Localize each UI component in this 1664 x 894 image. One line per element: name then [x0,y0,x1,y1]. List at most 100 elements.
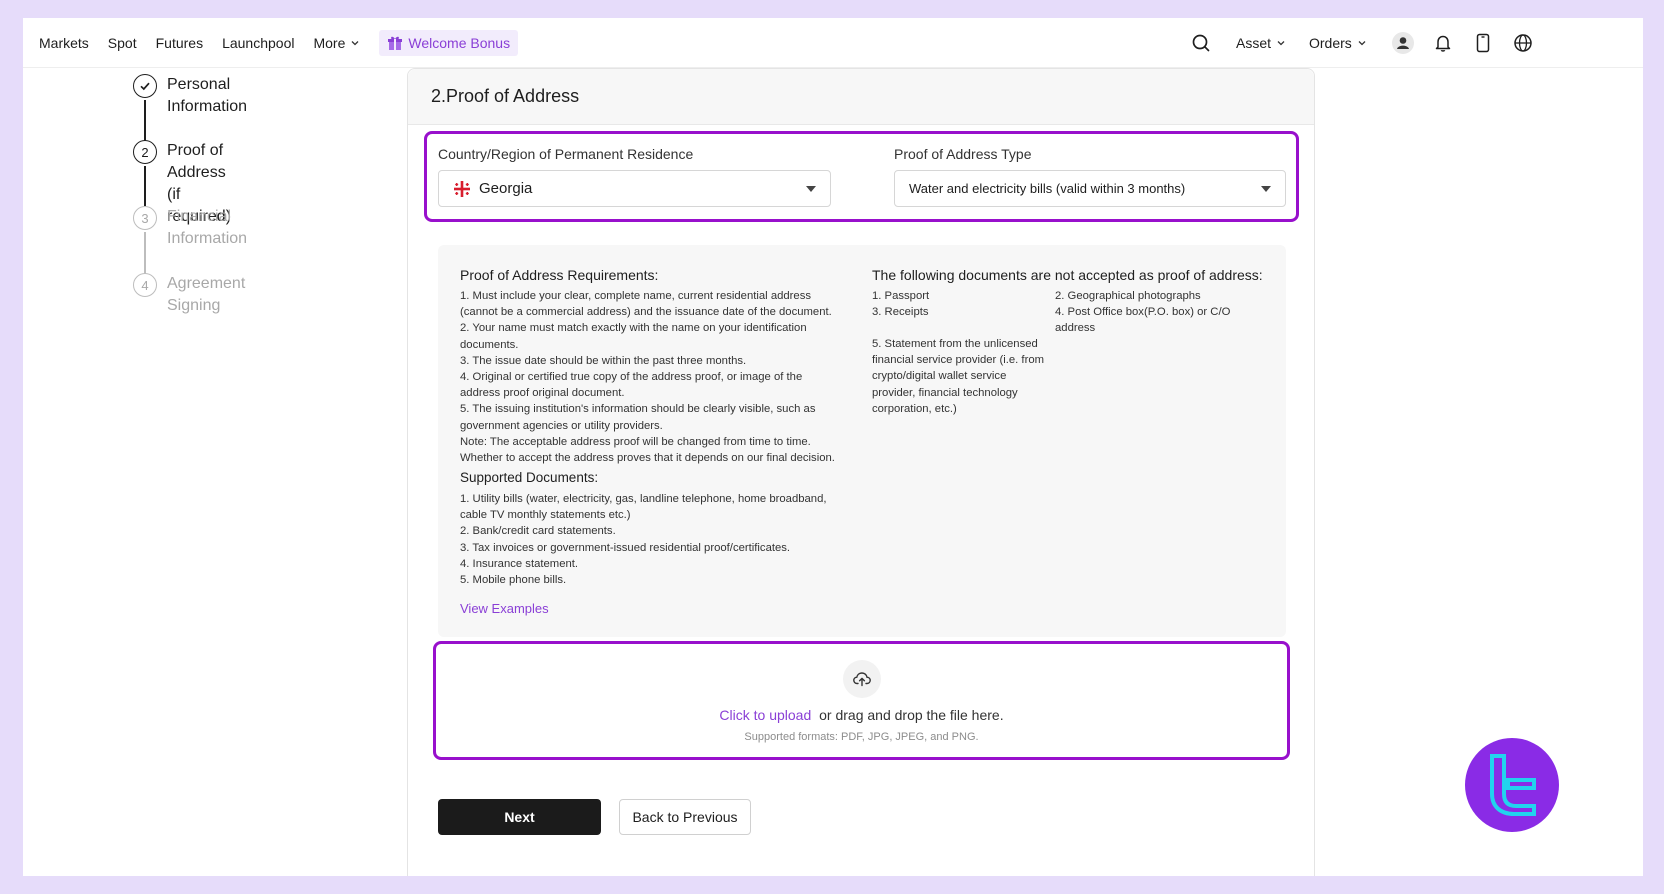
welcome-bonus-button[interactable]: Welcome Bonus [379,29,519,56]
nav-markets-label: Markets [39,34,89,51]
supported-formats-hint: Supported formats: PDF, JPG, JPEG, and P… [744,731,979,743]
gift-icon [388,36,403,50]
nav-more[interactable]: More [313,35,360,51]
not-accepted-line: 5. Statement from the unlicensed [872,338,1038,350]
not-accepted-line: crypto/digital wallet service [872,370,1007,383]
mobile-icon [1476,33,1490,53]
asset-menu[interactable]: Asset [1236,35,1296,51]
orders-menu[interactable]: Orders [1309,35,1379,51]
nav-more-label: More [313,34,346,51]
language-button[interactable] [1511,31,1535,55]
requirement-line: 5. The issuing institution's information… [460,403,816,416]
not-accepted-line: 3. Receipts [872,306,929,319]
requirements-panel: Proof of Address Requirements: 1. Must i… [438,245,1286,637]
app-window: Markets Spot Futures Launchpool More Wel… [23,18,1643,876]
step-personal-information[interactable]: Personal Information [133,74,247,118]
globe-icon [1514,34,1532,52]
upload-area[interactable]: Click to upload or drag and drop the fil… [436,644,1287,757]
not-accepted-line: financial service provider (i.e. from [872,354,1045,367]
country-select[interactable]: Georgia [438,170,831,207]
supported-line: 2. Bank/credit card statements. [460,525,616,538]
not-accepted-col2: 2. Geographical photographs 4. Post Offi… [1055,288,1255,337]
not-accepted-line: corporation, etc.) [872,402,957,415]
supported-line: 4. Insurance statement. [460,557,579,570]
step-number: 3 [133,206,157,230]
upload-cloud-icon [842,660,881,698]
profile-button[interactable] [1391,31,1415,55]
brand-logo [1465,738,1559,832]
requirement-line: Whether to accept the address proves tha… [460,452,835,465]
requirement-line: 3. The issue date should be within the p… [460,354,747,367]
supported-line: 1. Utility bills (water, electricity, ga… [460,493,827,505]
nav-left: Markets Spot Futures Launchpool More Wel… [23,29,519,56]
drag-drop-text: or drag and drop the file here. [819,707,1004,723]
address-type-select[interactable]: Water and electricity bills (valid withi… [894,170,1286,207]
chevron-down-icon [1277,41,1285,46]
chevron-down-icon [351,40,359,45]
checkmark-icon [133,74,157,98]
country-value: Georgia [479,180,533,197]
logo-icon [1490,754,1536,816]
step-label: Agreement Signing [167,275,246,314]
step-financial-information[interactable]: 3 Financial Information [133,206,247,250]
not-accepted-line: 4. Post Office box(P.O. box) or C/O [1055,306,1231,319]
chevron-down-icon [1358,41,1366,46]
address-type-label: Proof of Address Type [894,146,1032,162]
next-button[interactable]: Next [438,799,601,835]
click-to-upload-link[interactable]: Click to upload [719,707,811,723]
nav-spot-label: Spot [107,34,137,51]
nav-spot[interactable]: Spot [108,35,137,51]
download-app-button[interactable] [1471,31,1495,55]
bell-icon [1435,35,1451,52]
supported-line: 5. Mobile phone bills. [460,574,567,587]
asset-label: Asset [1236,35,1272,51]
supported-line: cable TV monthly statements etc.) [460,509,631,522]
proof-of-address-card: 2.Proof of Address Country/Region of Per… [407,68,1315,876]
step-title: Proof of Address [167,142,226,181]
welcome-bonus-label: Welcome Bonus [408,34,511,51]
supported-documents-list: 1. Utility bills (water, electricity, ga… [460,491,860,588]
requirements-list: 1. Must include your clear, complete nam… [460,288,860,466]
not-accepted-item5: 5. Statement from the unlicensed financi… [872,336,1062,417]
orders-label: Orders [1309,35,1352,51]
search-button[interactable] [1189,31,1213,55]
nav-launchpool[interactable]: Launchpool [222,35,294,51]
top-nav: Markets Spot Futures Launchpool More Wel… [23,18,1643,68]
requirement-line: (cannot be a commercial address) and the… [460,306,832,319]
requirement-line: 2. Your name must match exactly with the… [460,322,807,335]
supported-documents-title: Supported Documents: [460,470,599,485]
supported-line: 3. Tax invoices or government-issued res… [460,541,791,554]
nav-futures[interactable]: Futures [156,35,203,51]
caret-down-icon [1261,186,1271,192]
requirement-line: Note: The acceptable address proof will … [460,435,811,448]
residence-highlight: Country/Region of Permanent Residence Ge… [424,131,1299,222]
card-title: 2.Proof of Address [408,69,1314,125]
requirement-line: 4. Original or certified true copy of th… [460,371,803,384]
caret-down-icon [806,186,816,192]
notifications-button[interactable] [1431,31,1455,55]
requirement-line: 1. Must include your clear, complete nam… [460,290,812,302]
requirement-line: government agencies or utility providers… [460,419,663,432]
step-agreement-signing[interactable]: 4 Agreement Signing [133,273,245,317]
upload-dropzone[interactable]: Click to upload or drag and drop the fil… [433,641,1290,760]
nav-futures-label: Futures [155,34,204,51]
step-label: Personal Information [167,76,248,115]
back-to-previous-button[interactable]: Back to Previous [619,799,751,835]
requirements-title: Proof of Address Requirements: [460,267,659,283]
not-accepted-line: 2. Geographical photographs [1055,290,1201,302]
view-examples-link[interactable]: View Examples [460,601,549,616]
country-label: Country/Region of Permanent Residence [438,146,694,162]
not-accepted-line: 1. Passport [872,290,930,302]
address-type-value: Water and electricity bills (valid withi… [909,181,1186,196]
step-number: 4 [133,273,157,297]
nav-launchpool-label: Launchpool [222,34,295,51]
not-accepted-title: The following documents are not accepted… [872,267,1263,283]
requirement-line: documents. [460,338,519,351]
nav-markets[interactable]: Markets [39,35,89,51]
step-label: Financial Information [167,208,248,247]
not-accepted-line: provider, financial technology [872,386,1018,399]
avatar-icon [1392,32,1414,54]
upload-instruction: Click to upload or drag and drop the fil… [436,707,1287,723]
not-accepted-col1: 1. Passport 3. Receipts [872,288,1052,320]
requirement-line: address proof original document. [460,387,625,400]
